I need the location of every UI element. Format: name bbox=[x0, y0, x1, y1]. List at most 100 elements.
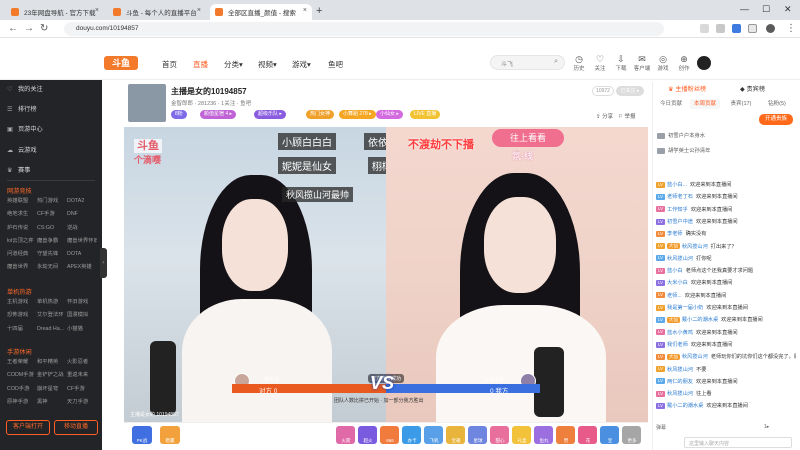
nav-live[interactable]: 直播 bbox=[193, 59, 208, 70]
forward-icon[interactable]: → bbox=[24, 23, 34, 34]
chat-username[interactable]: 两仁的朋友 bbox=[667, 379, 693, 385]
gift-item[interactable]: 666 bbox=[380, 426, 399, 444]
chat-username[interactable]: 戴小二的潮水桌 bbox=[667, 403, 703, 409]
chat-username[interactable]: 老师... bbox=[667, 293, 682, 299]
category-link[interactable]: 国漫模拟 bbox=[67, 310, 97, 321]
subtab-diamond[interactable]: 钻粉(5) bbox=[762, 99, 792, 109]
reload-icon[interactable]: ↻ bbox=[40, 23, 48, 34]
category-link[interactable]: 十四届 bbox=[7, 324, 37, 335]
chat-username[interactable]: 大米小白 bbox=[667, 280, 688, 286]
category-link[interactable]: DOTA2 bbox=[67, 196, 97, 207]
category-link[interactable]: 炉石传说 bbox=[7, 223, 37, 234]
chat-message[interactable]: LV 我们老师 欢迎来到本直播间 bbox=[656, 341, 796, 348]
user-avatar[interactable] bbox=[697, 56, 711, 70]
chat-username[interactable]: 戴小二的潮水桌 bbox=[682, 317, 718, 323]
chat-message[interactable]: LV大仙秋风揽山河老师玩你们的坑你们这个都没完了，原先倒的 bbox=[656, 353, 796, 360]
mobile-live-button[interactable]: 移动直播 bbox=[54, 420, 98, 435]
sidebar-item-follow[interactable]: ♡ 我的关注 bbox=[7, 84, 43, 93]
category-link[interactable]: 崩坏星穹 bbox=[37, 384, 67, 395]
window-close-icon[interactable]: ✕ bbox=[784, 4, 792, 15]
category-link[interactable]: 魔兽世界 bbox=[7, 262, 37, 273]
category-link[interactable]: 和平精英 bbox=[37, 357, 67, 368]
browser-tab[interactable]: 斗鱼 - 每个人的直播平台 × bbox=[108, 4, 206, 20]
chat-username[interactable]: 秋风揽山河 bbox=[667, 256, 693, 262]
sidebar-item-cloudgame[interactable]: ☁ 云游戏 bbox=[7, 145, 37, 154]
category-link[interactable]: 英雄联盟 bbox=[7, 196, 37, 207]
gift-item[interactable]: 花 bbox=[578, 426, 597, 444]
close-icon[interactable]: × bbox=[95, 7, 99, 14]
share-button[interactable]: ⇪ 分享 bbox=[596, 112, 613, 120]
category-link[interactable]: 绝地求生 bbox=[7, 209, 37, 220]
chat-message[interactable]: LV 初雪户中途 欢迎来到本直播间 bbox=[656, 218, 796, 225]
search-input[interactable]: 斗飞 ⌕ bbox=[490, 55, 565, 70]
close-icon[interactable]: × bbox=[197, 7, 201, 14]
url-field[interactable]: douyu.com/10194857 bbox=[64, 22, 664, 36]
nav-home[interactable]: 首页 bbox=[162, 59, 177, 70]
sidebar-item-match[interactable]: ♛ 赛事 bbox=[7, 165, 30, 174]
gift-item[interactable]: 礼盒 bbox=[512, 426, 531, 444]
category-link[interactable]: CODM手游 bbox=[7, 370, 37, 381]
category-link[interactable]: 永劫无间 bbox=[37, 262, 67, 273]
badge-fairy[interactable]: 小仙女 ▸ bbox=[376, 110, 403, 119]
chat-message[interactable]: LV 秋风揽山河 不要 bbox=[656, 366, 796, 373]
chat-message[interactable]: LV 戴小二的潮水桌 欢迎来到本直播间 bbox=[656, 402, 796, 409]
chat-username[interactable]: 老师老丁石 bbox=[667, 194, 693, 200]
chat-message[interactable]: LV 老师老丁石 欢迎来到本直播间 bbox=[656, 193, 796, 200]
extension-icon[interactable] bbox=[716, 24, 725, 33]
chat-message[interactable]: LV 大米小白 欢迎来到本直播间 bbox=[656, 279, 796, 286]
chat-settings[interactable]: 1▸ bbox=[764, 424, 769, 430]
maximize-icon[interactable]: ☐ bbox=[762, 4, 770, 15]
chat-username[interactable]: 蓝水小黄鸡 bbox=[667, 330, 693, 336]
chat-message[interactable]: LV 李老师 确实没有 bbox=[656, 230, 796, 237]
tab-vip-rank[interactable]: ◆ 贵宾榜 bbox=[740, 84, 765, 93]
nav-video[interactable]: 视频▾ bbox=[258, 59, 277, 70]
badge-fans[interactable]: 8粉 bbox=[171, 110, 187, 119]
chat-username[interactable]: 秋风揽山河 bbox=[667, 367, 693, 373]
chat-username[interactable]: 秋风揽山河 bbox=[667, 391, 693, 397]
nav-games[interactable]: 游戏▾ bbox=[292, 59, 311, 70]
category-link[interactable]: 王者荣耀 bbox=[7, 357, 37, 368]
chat-username[interactable]: 蓝小白 bbox=[667, 268, 683, 274]
category-link[interactable]: COD手游 bbox=[7, 384, 37, 395]
category-link[interactable]: CF手游 bbox=[67, 384, 97, 395]
category-link[interactable]: lol云顶之弈 bbox=[7, 236, 37, 247]
creator-button[interactable]: ⊕ 创作 bbox=[671, 54, 697, 72]
chat-message[interactable]: LV 蓝水小黄鸡 欢迎来到本直播间 bbox=[656, 329, 796, 336]
gift-item[interactable]: PK战 bbox=[132, 426, 152, 444]
chat-username[interactable]: 蓝小白... bbox=[667, 182, 687, 188]
badge-live[interactable]: LIVE 直播 bbox=[410, 110, 441, 119]
tab-fans-rank[interactable]: ♛ 主播粉丝榜 bbox=[668, 84, 706, 93]
category-link[interactable]: 火影忍者 bbox=[67, 357, 97, 368]
category-link[interactable]: 逆战 bbox=[67, 223, 97, 234]
danmu-toggle[interactable]: 弹幕 bbox=[656, 424, 666, 431]
subtab-week[interactable]: 本周贡献 bbox=[690, 99, 720, 109]
gift-item[interactable]: 甜心 bbox=[490, 426, 509, 444]
category-link[interactable]: 恐怖游戏 bbox=[7, 310, 37, 321]
gift-item[interactable]: 办卡 bbox=[402, 426, 421, 444]
category-link[interactable]: 重返未来 bbox=[67, 370, 97, 381]
category-link[interactable]: 热门游戏 bbox=[37, 196, 67, 207]
extension-icon[interactable] bbox=[700, 24, 709, 33]
gift-item[interactable]: 更多 bbox=[622, 426, 641, 444]
back-icon[interactable]: ← bbox=[8, 23, 18, 34]
category-link[interactable]: APEX英雄 bbox=[67, 262, 97, 273]
chat-username[interactable]: 工作知乎 bbox=[667, 207, 688, 213]
chat-username[interactable]: 秋风揽山河 bbox=[682, 244, 708, 250]
category-link[interactable]: 怀旧游戏 bbox=[67, 297, 97, 308]
chat-message[interactable]: LV 老师... 欢迎来到本直播间 bbox=[656, 292, 796, 299]
open-client-button[interactable]: 客户端打开 bbox=[6, 420, 50, 435]
subtab-vip[interactable]: 贵宾(17) bbox=[726, 99, 756, 109]
category-link[interactable]: 魔兽争霸 bbox=[37, 236, 67, 247]
gift-item[interactable]: 鱼丸 bbox=[534, 426, 553, 444]
chat-username[interactable]: 我们老师 bbox=[667, 342, 688, 348]
category-link[interactable]: 小猫猫 bbox=[67, 324, 97, 335]
category-link[interactable]: 魔兽世界怀旧 bbox=[67, 236, 97, 247]
badge-hot[interactable]: 热门女神 bbox=[306, 110, 335, 119]
gift-item[interactable]: 赞 bbox=[556, 426, 575, 444]
chat-username[interactable]: 李老师 bbox=[667, 231, 683, 237]
chat-message[interactable]: LV 蓝小白 老师点这个还我真要才求问题 bbox=[656, 267, 796, 274]
gift-item[interactable]: 星球 bbox=[468, 426, 487, 444]
chat-message[interactable]: LV 秋风揽山河 打你呢 bbox=[656, 255, 796, 262]
streamer-avatar[interactable] bbox=[128, 84, 166, 122]
category-link[interactable]: Dread Ha... bbox=[37, 324, 67, 335]
